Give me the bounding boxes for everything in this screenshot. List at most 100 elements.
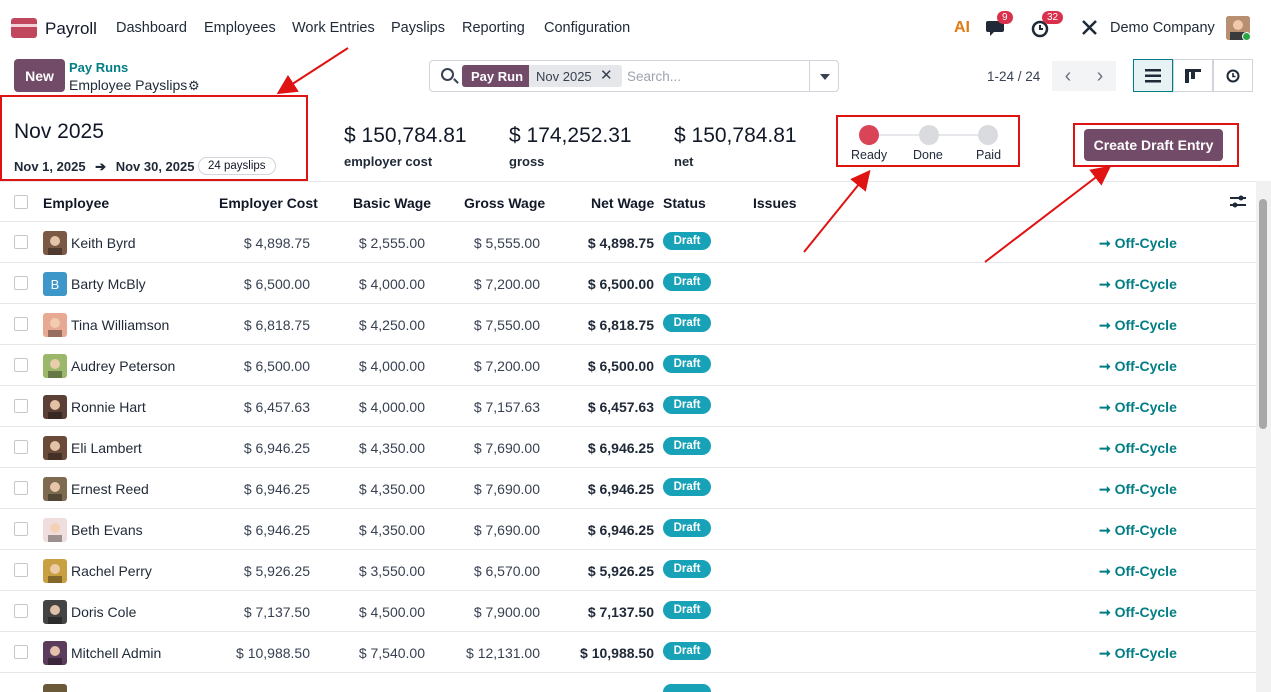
employee-name[interactable]: Audrey Peterson xyxy=(71,358,175,374)
gear-icon[interactable]: ⚙ xyxy=(188,78,200,94)
off-cycle-button[interactable]: ➞ Off-Cycle xyxy=(1099,604,1177,621)
column-basic-wage[interactable]: Basic Wage xyxy=(353,195,431,211)
employee-name[interactable]: Doris Cole xyxy=(71,604,136,620)
menu-reporting[interactable]: Reporting xyxy=(462,20,525,36)
optional-columns-icon[interactable] xyxy=(1230,195,1246,212)
pager-previous-button[interactable]: ‹ xyxy=(1052,61,1084,91)
company-switcher[interactable]: Demo Company xyxy=(1110,20,1215,36)
column-net-wage[interactable]: Net Wage xyxy=(591,195,654,211)
table-row[interactable]: Ernest Reed $ 6,946.25 $ 4,350.00 $ 7,69… xyxy=(0,468,1256,509)
scrollbar-thumb[interactable] xyxy=(1259,199,1267,429)
off-cycle-label: Off-Cycle xyxy=(1114,563,1177,579)
menu-payslips[interactable]: Payslips xyxy=(391,20,445,36)
off-cycle-button[interactable]: ➞ Off-Cycle xyxy=(1099,235,1177,252)
net-label: net xyxy=(674,154,694,169)
pager-value[interactable]: 1-24 / 24 xyxy=(987,69,1040,84)
messages-icon[interactable]: 9 xyxy=(986,11,1013,39)
employee-name[interactable]: Tina Williamson xyxy=(71,317,169,333)
status-badge: Draft xyxy=(663,232,711,250)
off-cycle-button[interactable]: ➞ Off-Cycle xyxy=(1099,563,1177,580)
breadcrumb-pay-runs[interactable]: Pay Runs xyxy=(69,60,128,75)
tools-icon[interactable] xyxy=(1079,17,1101,39)
off-cycle-button[interactable]: ➞ Off-Cycle xyxy=(1099,399,1177,416)
ai-icon[interactable]: AI xyxy=(954,19,970,37)
row-checkbox[interactable] xyxy=(14,235,28,249)
off-cycle-button[interactable]: ➞ Off-Cycle xyxy=(1099,440,1177,457)
off-cycle-button[interactable]: ➞ Off-Cycle xyxy=(1099,645,1177,662)
row-checkbox[interactable] xyxy=(14,276,28,290)
table-row[interactable]: Eli Lambert $ 6,946.25 $ 4,350.00 $ 7,69… xyxy=(0,427,1256,468)
table-row[interactable]: Doris Cole $ 7,137.50 $ 4,500.00 $ 7,900… xyxy=(0,591,1256,632)
list-view-icon xyxy=(1145,68,1161,82)
list-view-button[interactable] xyxy=(1133,59,1173,92)
employee-name[interactable]: Rachel Perry xyxy=(71,563,152,579)
off-cycle-button[interactable]: ➞ Off-Cycle xyxy=(1099,317,1177,334)
employee-name[interactable]: Mitchell Admin xyxy=(71,645,161,661)
menu-dashboard[interactable]: Dashboard xyxy=(116,20,187,36)
row-checkbox[interactable] xyxy=(14,399,28,413)
arrow-right-icon: ➞ xyxy=(1099,440,1115,456)
gross-wage-cell: $ 7,157.63 xyxy=(473,399,540,415)
activities-icon[interactable]: 32 xyxy=(1031,11,1064,39)
basic-wage-cell: $ 7,540.00 xyxy=(358,645,425,661)
employee-name[interactable]: Keith Byrd xyxy=(71,235,136,251)
table-row[interactable]: Mitchell Admin $ 10,988.50 $ 7,540.00 $ … xyxy=(0,632,1256,673)
kanban-view-button[interactable] xyxy=(1173,59,1213,92)
row-checkbox[interactable] xyxy=(14,481,28,495)
column-status[interactable]: Status xyxy=(663,195,706,211)
off-cycle-button[interactable]: ➞ Off-Cycle xyxy=(1099,358,1177,375)
employee-name[interactable]: Ronnie Hart xyxy=(71,399,146,415)
employee-avatar xyxy=(43,641,67,665)
status-badge: Draft xyxy=(663,478,711,496)
row-checkbox[interactable] xyxy=(14,440,28,454)
gross-wage-cell: $ 7,690.00 xyxy=(473,522,540,538)
off-cycle-label: Off-Cycle xyxy=(1114,604,1177,620)
row-checkbox[interactable] xyxy=(14,358,28,372)
activity-view-button[interactable] xyxy=(1213,59,1253,92)
remove-facet-icon[interactable]: ✕ xyxy=(600,66,613,84)
row-checkbox[interactable] xyxy=(14,317,28,331)
app-name[interactable]: Payroll xyxy=(45,19,97,39)
table-row[interactable]: Keith Byrd $ 4,898.75 $ 2,555.00 $ 5,555… xyxy=(0,222,1256,263)
search-options-toggle[interactable] xyxy=(809,60,839,92)
row-checkbox[interactable] xyxy=(14,522,28,536)
menu-employees[interactable]: Employees xyxy=(204,20,276,36)
row-checkbox[interactable] xyxy=(14,604,28,618)
table-row[interactable]: Tina Williamson $ 6,818.75 $ 4,250.00 $ … xyxy=(0,304,1256,345)
table-row[interactable]: Beth Evans $ 6,946.25 $ 4,350.00 $ 7,690… xyxy=(0,509,1256,550)
column-employer-cost[interactable]: Employer Cost xyxy=(219,195,318,211)
net-wage-cell: $ 6,946.25 xyxy=(587,440,654,456)
select-all-checkbox[interactable] xyxy=(14,195,28,209)
table-row[interactable]: Rachel Perry $ 5,926.25 $ 3,550.00 $ 6,5… xyxy=(0,550,1256,591)
status-badge: Draft xyxy=(663,519,711,537)
off-cycle-button[interactable]: ➞ Off-Cycle xyxy=(1099,276,1177,293)
status-badge: Draft xyxy=(663,642,711,660)
column-issues[interactable]: Issues xyxy=(753,195,797,211)
menu-configuration[interactable]: Configuration xyxy=(544,20,630,36)
table-row[interactable]: Ronnie Hart $ 6,457.63 $ 4,000.00 $ 7,15… xyxy=(0,386,1256,427)
arrow-right-icon: ➞ xyxy=(1099,317,1115,333)
off-cycle-button[interactable]: ➞ Off-Cycle xyxy=(1099,522,1177,539)
employee-name[interactable]: Beth Evans xyxy=(71,522,143,538)
column-employee[interactable]: Employee xyxy=(43,195,109,211)
new-button[interactable]: New xyxy=(14,59,65,92)
row-checkbox[interactable] xyxy=(14,563,28,577)
pager-next-button[interactable]: › xyxy=(1084,61,1116,91)
status-badge: Draft xyxy=(663,273,711,291)
row-checkbox[interactable] xyxy=(14,645,28,659)
scrollbar[interactable] xyxy=(1256,181,1271,692)
off-cycle-button[interactable]: ➞ Off-Cycle xyxy=(1099,481,1177,498)
app-icon[interactable] xyxy=(11,18,37,38)
menu-work-entries[interactable]: Work Entries xyxy=(292,20,375,36)
gross-wage-cell: $ 7,200.00 xyxy=(473,358,540,374)
column-gross-wage[interactable]: Gross Wage xyxy=(464,195,545,211)
table-row[interactable]: Audrey Peterson $ 6,500.00 $ 4,000.00 $ … xyxy=(0,345,1256,386)
employee-name[interactable]: Barty McBly xyxy=(71,276,146,292)
employee-name[interactable]: Eli Lambert xyxy=(71,440,142,456)
user-avatar[interactable] xyxy=(1226,16,1250,40)
search-input[interactable]: Search... xyxy=(627,69,681,84)
gross-wage-cell: $ 7,690.00 xyxy=(473,440,540,456)
employee-name[interactable]: Ernest Reed xyxy=(71,481,149,497)
table-row[interactable]: B Barty McBly $ 6,500.00 $ 4,000.00 $ 7,… xyxy=(0,263,1256,304)
employer-cost-cell: $ 6,818.75 xyxy=(243,317,310,333)
